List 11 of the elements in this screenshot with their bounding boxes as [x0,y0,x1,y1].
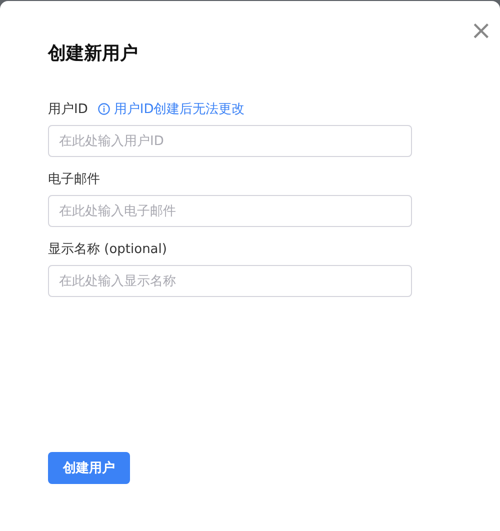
field-label: 电子邮件 [48,171,100,188]
input-field[interactable]: 在此处输入显示名称 [48,265,412,297]
hint-text: 用户ID创建后无法更改 [114,101,245,118]
dialog-title: 创建新用户 [48,42,138,65]
input-field[interactable]: 在此处输入电子邮件 [48,195,412,227]
field-label: 显示名称 (optional) [48,241,167,258]
field-label: 用户ID [48,101,88,118]
input-field[interactable]: 在此处输入用户ID [48,125,412,157]
create-user-button[interactable]: 创建用户 [48,452,130,484]
info-icon [98,103,110,115]
close-button[interactable]: × [470,21,492,41]
